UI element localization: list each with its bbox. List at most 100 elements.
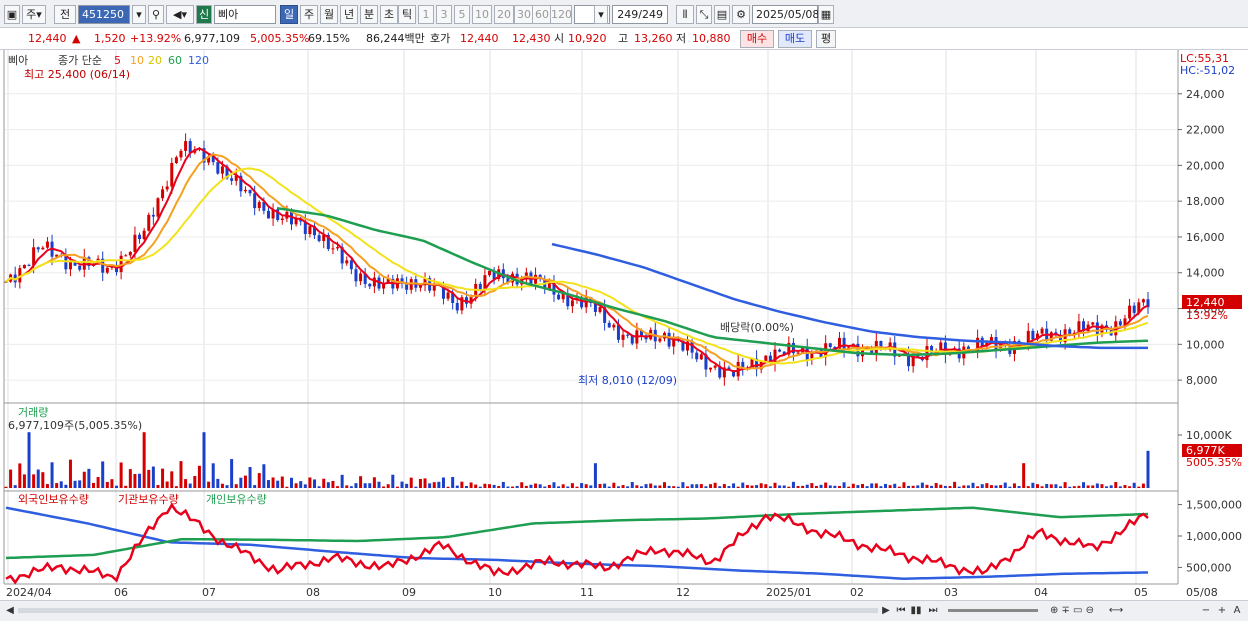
volume-bar [285,486,289,488]
zoom-fit-icon[interactable]: ⟷ [1106,604,1126,618]
period-second[interactable]: 초 [380,5,398,24]
scrollbar[interactable]: ◀ ▶ ⏮ ▮▮ ⏭ ⊕ ∓ ▭ ⊖ ⟷ − + A [0,600,1248,621]
interval-20[interactable]: 20 [494,5,514,24]
period-day[interactable]: 일 [280,5,298,24]
count-field[interactable]: 249/249 [612,5,668,24]
candle-body [179,150,183,158]
prefix-button[interactable]: 전 [54,5,76,24]
volume-bar [796,486,800,488]
draw-icon[interactable]: ⤡ [696,5,712,24]
period-month[interactable]: 월 [320,5,338,24]
volume-bar [483,483,487,488]
period-week[interactable]: 주 [300,5,318,24]
search-icon[interactable]: ⚲ [148,5,164,24]
volume-bar [810,483,814,488]
volume-bar [1123,485,1127,488]
date-label: 2024/04 [6,586,52,599]
volume-bar [423,478,427,488]
volume-bar [68,459,72,488]
interval-5[interactable]: 5 [454,5,470,24]
volume-bar [382,486,386,488]
volume-bar [741,482,745,488]
price-tick-label: 14,000 [1186,267,1225,280]
candle-body [621,334,625,340]
date-field[interactable]: 2025/05/08 [752,5,819,24]
speaker-icon[interactable]: ◀▾ [166,5,194,24]
first-icon[interactable]: ⏮ [894,604,908,618]
candle-body [138,234,142,240]
volume-bar [593,463,597,488]
volume-bar [966,485,970,488]
period-minute[interactable]: 분 [360,5,378,24]
volume-bar [658,485,662,488]
current-price: 12,440 [28,32,67,45]
volume-bar [207,481,211,488]
scroll-left-icon[interactable]: ◀ [4,604,16,618]
candle-body [253,193,257,209]
volume-bar [920,482,924,488]
price-tick-label: 16,000 [1186,231,1225,244]
volume-bar [1105,486,1109,488]
buy-button[interactable]: 매수 [740,30,774,48]
zoom-slider[interactable] [948,609,1038,612]
scroll-right-icon[interactable]: ▶ [880,604,892,618]
market-select[interactable]: 주▾ [22,5,46,24]
interval-30[interactable]: 30 [514,5,534,24]
period-tick[interactable]: 틱 [398,5,416,24]
volume-bar [543,486,547,488]
last-icon[interactable]: ⏭ [926,604,940,618]
code-input[interactable]: 451250 [78,5,130,24]
low-price: 10,880 [692,32,731,45]
eval-button[interactable]: 평 [816,30,836,48]
stock-name-field[interactable]: 삐아 [214,5,276,24]
volume-bar [732,483,736,488]
volume-tick: 10,000K [1186,429,1232,442]
volume-bar [874,483,878,488]
sell-button[interactable]: 매도 [778,30,812,48]
period-year[interactable]: 년 [340,5,358,24]
interval-1[interactable]: 1 [418,5,434,24]
volume-bar [713,482,717,488]
volume-bar [322,478,326,488]
volume-bar [1022,463,1026,488]
volume-bar [128,469,132,488]
chevron-down-icon[interactable]: ▾ [132,5,146,24]
volume-bar [695,484,699,488]
candle-body [736,361,740,377]
volume-bar [478,486,482,488]
interval-120[interactable]: 120 [550,5,572,24]
zoom-tools-icon[interactable]: ⊕ ∓ ▭ ⊖ [1042,604,1102,618]
pause-icon[interactable]: ▮▮ [910,604,922,618]
candle-body [1141,299,1145,303]
candle-icon[interactable]: ⫴ [676,5,694,24]
scroll-track[interactable] [18,608,878,613]
legend-ma10: 10 [130,54,144,67]
save-icon[interactable]: ▤ [714,5,730,24]
zoom-out-icon[interactable]: − [1200,604,1212,618]
chevron-down-icon[interactable]: ▾ [594,5,608,24]
volume-bar [488,484,492,488]
font-size-icon[interactable]: A [1230,604,1244,618]
volume-bar [437,481,441,488]
volume-bar [428,483,432,488]
zoom-in-icon[interactable]: + [1216,604,1228,618]
volume-bar [902,482,906,488]
volume-bar [861,483,864,488]
interval-60[interactable]: 60 [532,5,552,24]
interval-10[interactable]: 10 [472,5,492,24]
layout-icon[interactable]: ▣ [4,5,20,24]
volume-bar [566,486,570,488]
candle-body [658,338,662,342]
volume-bar [115,485,119,488]
candle-body [699,354,703,360]
candle-body [147,214,151,231]
candle-body [1128,305,1132,319]
gear-icon[interactable]: ⚙ [732,5,750,24]
interval-3[interactable]: 3 [436,5,452,24]
candle-body [557,294,561,300]
volume-bar [59,481,63,488]
calendar-icon[interactable]: ▦ [818,5,834,24]
volume-bar [151,466,155,488]
volume-bar [511,486,515,488]
stock-chart[interactable]: 삐아 종가 단순 5 10 20 60 120 최고 25,400 (06/14… [0,50,1248,621]
